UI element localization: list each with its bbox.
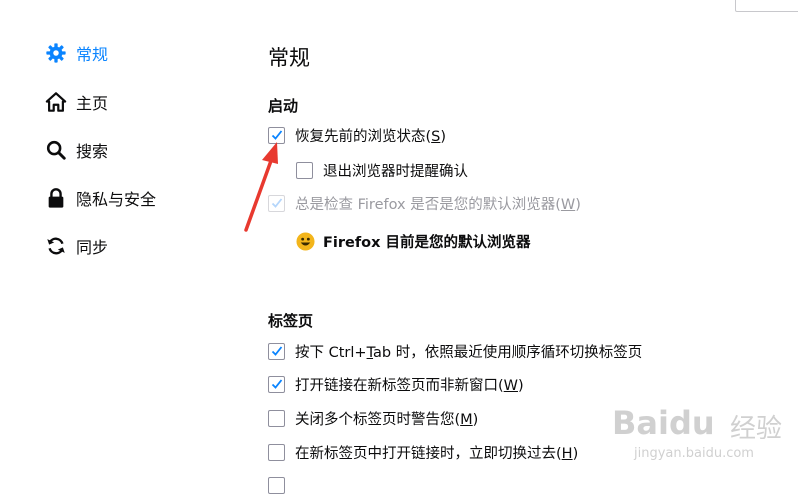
switch-to-new-tab-checkbox-row[interactable]: 在新标签页中打开链接时，立即切换过去(H) — [268, 441, 578, 463]
gear-icon — [44, 41, 68, 65]
watermark-url: jingyan.baidu.com — [634, 446, 754, 461]
search-icon — [44, 138, 68, 162]
sidebar-item-privacy[interactable]: 隐私与安全 — [44, 185, 156, 211]
warn-on-quit-checkbox-row[interactable]: 退出浏览器时提醒确认 — [296, 159, 468, 181]
warn-close-tabs-label: 关闭多个标签页时警告您(M) — [295, 411, 479, 428]
switch-to-new-tab-checkbox[interactable] — [268, 443, 285, 461]
cut-off-checkbox-row[interactable] — [268, 474, 285, 496]
warn-on-quit-checkbox[interactable] — [296, 161, 313, 179]
check-default-browser-label: 总是检查 Firefox 是否是您的默认浏览器(W) — [295, 196, 581, 213]
watermark-logo: Baidu — [612, 404, 715, 442]
watermark-cn: 经验 — [730, 414, 783, 444]
restore-session-label: 恢复先前的浏览状态(S) — [295, 128, 447, 145]
page-title: 常规 — [268, 46, 310, 70]
ctrl-tab-checkbox-row[interactable]: 按下 Ctrl+Tab 时，依照最近使用顺序循环切换标签页 — [268, 340, 642, 362]
sidebar-item-search[interactable]: 搜索 — [44, 137, 108, 163]
sidebar-item-label: 主页 — [76, 94, 109, 113]
sidebar-item-home[interactable]: 主页 — [44, 89, 108, 115]
lock-icon — [44, 186, 68, 210]
find-in-options-input[interactable] — [735, 0, 798, 12]
restore-session-checkbox-row[interactable]: 恢复先前的浏览状态(S) — [268, 124, 446, 146]
sidebar-item-label: 隐私与安全 — [76, 190, 157, 209]
sidebar-item-label: 搜索 — [76, 142, 109, 161]
check-default-browser-checkbox-row[interactable]: 总是检查 Firefox 是否是您的默认浏览器(W) — [268, 192, 581, 214]
switch-to-new-tab-label: 在新标签页中打开链接时，立即切换过去(H) — [295, 445, 579, 462]
startup-heading: 启动 — [268, 97, 299, 115]
default-browser-status: Firefox 目前是您的默认浏览器 — [296, 229, 531, 253]
annotation-arrow-icon — [244, 142, 278, 232]
tabs-heading: 标签页 — [268, 312, 314, 330]
cut-off-checkbox[interactable] — [268, 476, 285, 494]
open-links-in-tabs-checkbox-row[interactable]: 打开链接在新标签页而非新窗口(W) — [268, 373, 524, 395]
warn-on-quit-label: 退出浏览器时提醒确认 — [323, 163, 468, 180]
baidu-watermark: Baidu 经验 jingyan.baidu.com — [612, 400, 798, 470]
sync-icon — [44, 234, 68, 258]
warn-close-tabs-checkbox[interactable] — [268, 409, 285, 427]
sidebar-item-label: 常规 — [76, 45, 109, 64]
open-links-in-tabs-label: 打开链接在新标签页而非新窗口(W) — [295, 377, 524, 394]
sidebar-item-general[interactable]: 常规 — [44, 40, 108, 66]
sidebar-item-label: 同步 — [76, 238, 109, 257]
open-links-in-tabs-checkbox[interactable] — [268, 375, 285, 393]
smiley-icon — [296, 231, 315, 251]
ctrl-tab-checkbox[interactable] — [268, 342, 285, 360]
ctrl-tab-label: 按下 Ctrl+Tab 时，依照最近使用顺序循环切换标签页 — [295, 344, 643, 361]
default-browser-status-text: Firefox 目前是您的默认浏览器 — [323, 234, 531, 251]
home-icon — [44, 90, 68, 114]
warn-close-tabs-checkbox-row[interactable]: 关闭多个标签页时警告您(M) — [268, 407, 478, 429]
sidebar-item-sync[interactable]: 同步 — [44, 233, 108, 259]
